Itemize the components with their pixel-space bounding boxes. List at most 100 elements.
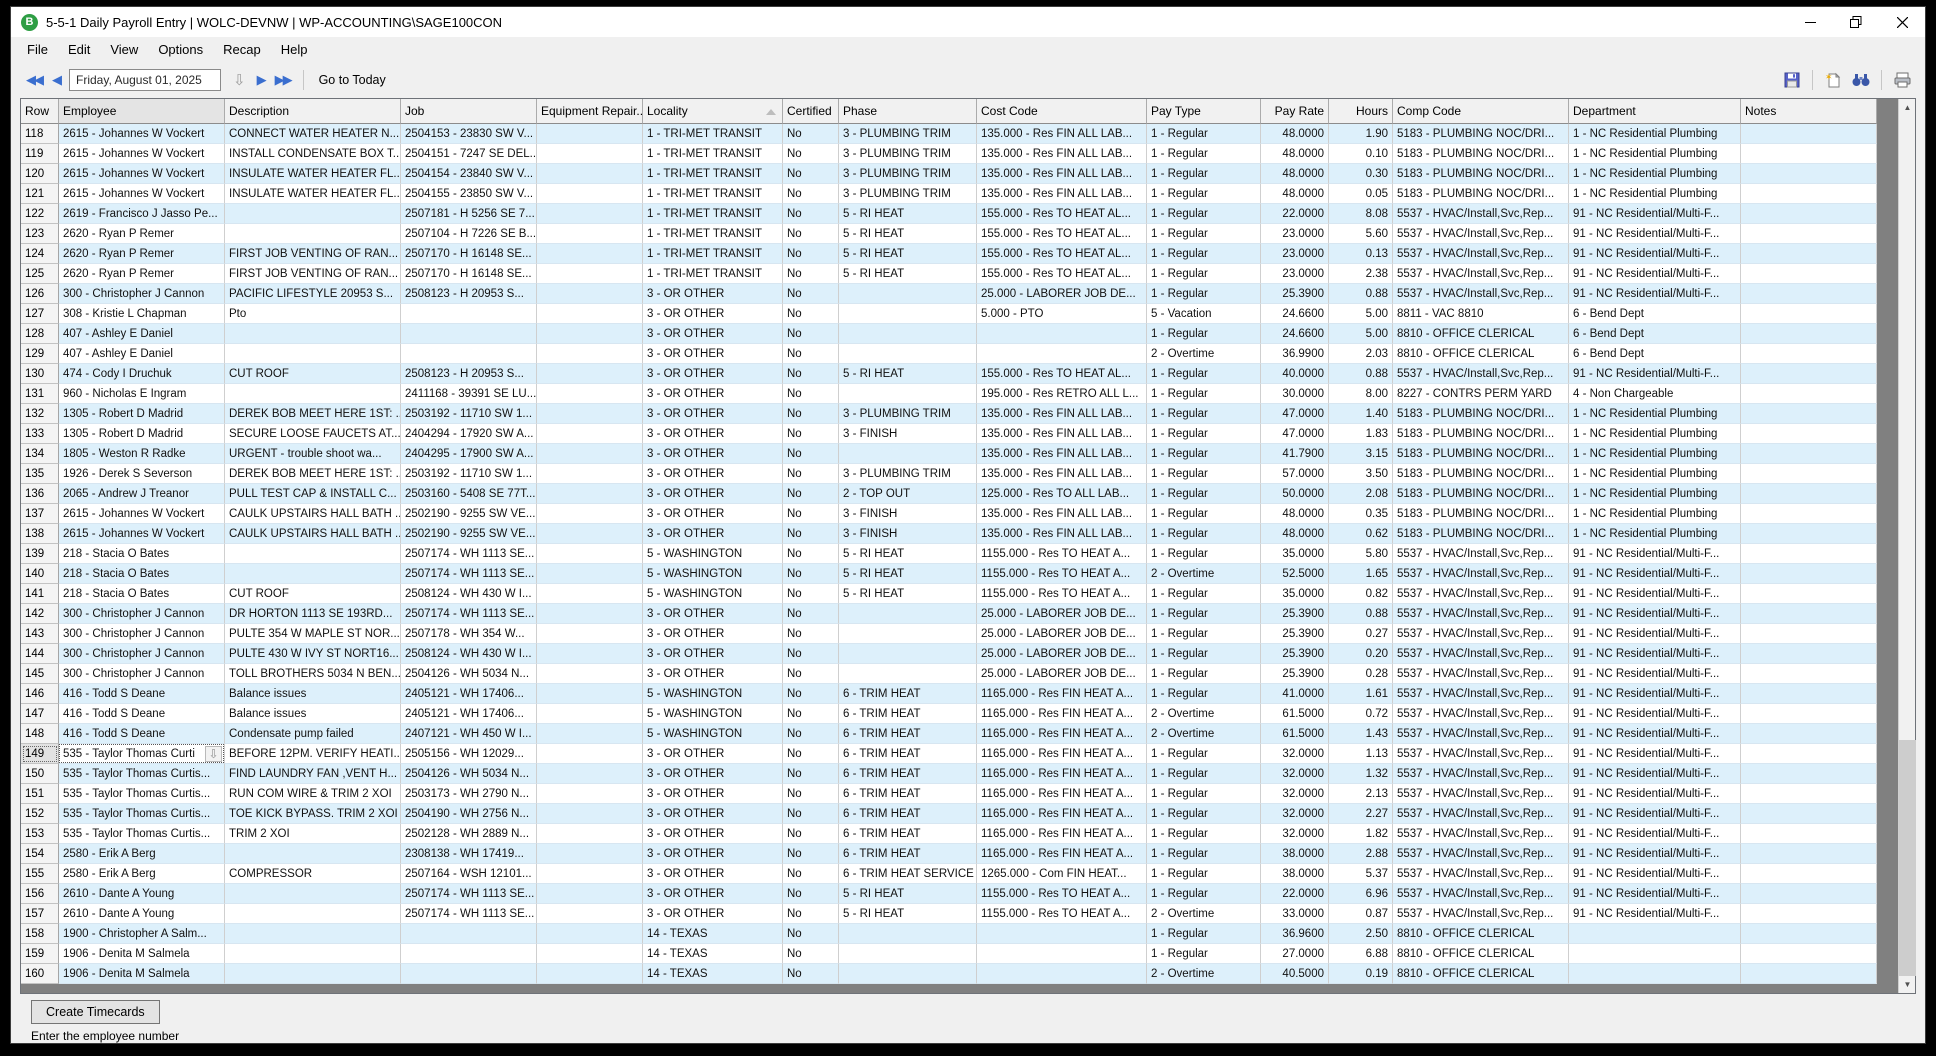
cell-pay_rate[interactable]: 30.0000 xyxy=(1261,384,1329,404)
cell-department[interactable]: 91 - NC Residential/Multi-F... xyxy=(1569,544,1741,564)
cell-locality[interactable]: 5 - WASHINGTON xyxy=(643,544,783,564)
cell-employee[interactable]: 300 - Christopher J Cannon xyxy=(59,644,225,664)
cell-certified[interactable]: No xyxy=(783,684,839,704)
cell-pay_rate[interactable]: 61.5000 xyxy=(1261,704,1329,724)
cell-cost_code[interactable] xyxy=(977,944,1147,964)
cell-pay_type[interactable]: 1 - Regular xyxy=(1147,384,1261,404)
cell-locality[interactable]: 1 - TRI-MET TRANSIT xyxy=(643,264,783,284)
cell-notes[interactable] xyxy=(1741,524,1877,544)
cell-hours[interactable]: 5.80 xyxy=(1329,544,1393,564)
cell-notes[interactable] xyxy=(1741,764,1877,784)
cell-department[interactable]: 6 - Bend Dept xyxy=(1569,304,1741,324)
cell-comp_code[interactable]: 5183 - PLUMBING NOC/DRI... xyxy=(1393,144,1569,164)
cell-notes[interactable] xyxy=(1741,724,1877,744)
cell-description[interactable]: RUN COM WIRE & TRIM 2 XOI xyxy=(225,784,401,804)
cell-pay_type[interactable]: 1 - Regular xyxy=(1147,284,1261,304)
cell-department[interactable]: 91 - NC Residential/Multi-F... xyxy=(1569,664,1741,684)
cell-job[interactable]: 2407121 - WH 450 W I... xyxy=(401,724,537,744)
row-header[interactable]: 123 xyxy=(21,224,59,244)
cell-pay_type[interactable]: 1 - Regular xyxy=(1147,444,1261,464)
cell-job[interactable] xyxy=(401,944,537,964)
cell-equipment[interactable] xyxy=(537,844,643,864)
cell-job[interactable]: 2507104 - H 7226 SE B... xyxy=(401,224,537,244)
cell-phase[interactable]: 6 - TRIM HEAT xyxy=(839,684,977,704)
cell-cost_code[interactable] xyxy=(977,324,1147,344)
row-header[interactable]: 151 xyxy=(21,784,59,804)
cell-job[interactable]: 2404295 - 17900 SW A... xyxy=(401,444,537,464)
cell-pay_type[interactable]: 1 - Regular xyxy=(1147,264,1261,284)
cell-comp_code[interactable]: 8811 - VAC 8810 xyxy=(1393,304,1569,324)
cell-locality[interactable]: 3 - OR OTHER xyxy=(643,664,783,684)
cell-pay_type[interactable]: 1 - Regular xyxy=(1147,844,1261,864)
cell-hours[interactable]: 1.65 xyxy=(1329,564,1393,584)
cell-hours[interactable]: 0.10 xyxy=(1329,144,1393,164)
cell-cost_code[interactable]: 25.000 - LABORER JOB DE... xyxy=(977,664,1147,684)
cell-equipment[interactable] xyxy=(537,204,643,224)
cell-phase[interactable]: 3 - FINISH xyxy=(839,424,977,444)
cell-equipment[interactable] xyxy=(537,264,643,284)
cell-hours[interactable]: 5.00 xyxy=(1329,324,1393,344)
cell-cost_code[interactable]: 1165.000 - Res FIN HEAT A... xyxy=(977,704,1147,724)
cell-description[interactable]: CUT ROOF xyxy=(225,584,401,604)
cell-employee[interactable]: 300 - Christopher J Cannon xyxy=(59,624,225,644)
cell-description[interactable]: Condensate pump failed xyxy=(225,724,401,744)
row-header[interactable]: 139 xyxy=(21,544,59,564)
cell-cost_code[interactable]: 25.000 - LABORER JOB DE... xyxy=(977,604,1147,624)
cell-locality[interactable]: 3 - OR OTHER xyxy=(643,324,783,344)
cell-locality[interactable]: 3 - OR OTHER xyxy=(643,824,783,844)
cell-pay_rate[interactable]: 48.0000 xyxy=(1261,184,1329,204)
cell-cost_code[interactable]: 135.000 - Res FIN ALL LAB... xyxy=(977,184,1147,204)
cell-pay_rate[interactable]: 33.0000 xyxy=(1261,904,1329,924)
cell-certified[interactable]: No xyxy=(783,344,839,364)
cell-notes[interactable] xyxy=(1741,364,1877,384)
cell-phase[interactable] xyxy=(839,944,977,964)
cell-hours[interactable]: 2.50 xyxy=(1329,924,1393,944)
cell-hours[interactable]: 2.03 xyxy=(1329,344,1393,364)
cell-employee[interactable]: 2615 - Johannes W Vockert xyxy=(59,164,225,184)
cell-pay_type[interactable]: 1 - Regular xyxy=(1147,424,1261,444)
cell-pay_rate[interactable]: 27.0000 xyxy=(1261,944,1329,964)
cell-comp_code[interactable]: 5537 - HVAC/Install,Svc,Rep... xyxy=(1393,224,1569,244)
create-timecards-button[interactable]: Create Timecards xyxy=(31,1000,160,1024)
cell-locality[interactable]: 3 - OR OTHER xyxy=(643,644,783,664)
cell-notes[interactable] xyxy=(1741,144,1877,164)
cell-department[interactable]: 91 - NC Residential/Multi-F... xyxy=(1569,604,1741,624)
cell-department[interactable]: 1 - NC Residential Plumbing xyxy=(1569,184,1741,204)
cell-cost_code[interactable]: 195.000 - Res RETRO ALL L... xyxy=(977,384,1147,404)
restore-button[interactable] xyxy=(1833,7,1879,37)
cell-equipment[interactable] xyxy=(537,784,643,804)
cell-description[interactable]: Balance issues xyxy=(225,684,401,704)
cell-comp_code[interactable]: 5537 - HVAC/Install,Svc,Rep... xyxy=(1393,784,1569,804)
cell-description[interactable] xyxy=(225,384,401,404)
column-header-description[interactable]: Description xyxy=(225,99,401,124)
column-header-row[interactable]: Row xyxy=(21,99,59,124)
cell-pay_rate[interactable]: 32.0000 xyxy=(1261,824,1329,844)
cell-comp_code[interactable]: 5183 - PLUMBING NOC/DRI... xyxy=(1393,504,1569,524)
cell-pay_rate[interactable]: 48.0000 xyxy=(1261,124,1329,144)
row-header[interactable]: 133 xyxy=(21,424,59,444)
cell-equipment[interactable] xyxy=(537,884,643,904)
cell-notes[interactable] xyxy=(1741,384,1877,404)
cell-job[interactable]: 2507174 - WH 1113 SE... xyxy=(401,884,537,904)
row-header[interactable]: 137 xyxy=(21,504,59,524)
cell-comp_code[interactable]: 5183 - PLUMBING NOC/DRI... xyxy=(1393,124,1569,144)
column-header-cost_code[interactable]: Cost Code xyxy=(977,99,1147,124)
cell-hours[interactable]: 2.27 xyxy=(1329,804,1393,824)
cell-comp_code[interactable]: 5537 - HVAC/Install,Svc,Rep... xyxy=(1393,824,1569,844)
cell-phase[interactable]: 3 - PLUMBING TRIM xyxy=(839,404,977,424)
cell-phase[interactable] xyxy=(839,604,977,624)
cell-pay_type[interactable]: 1 - Regular xyxy=(1147,864,1261,884)
row-header[interactable]: 127 xyxy=(21,304,59,324)
cell-certified[interactable]: No xyxy=(783,444,839,464)
cell-hours[interactable]: 2.08 xyxy=(1329,484,1393,504)
cell-department[interactable] xyxy=(1569,924,1741,944)
cell-comp_code[interactable]: 5183 - PLUMBING NOC/DRI... xyxy=(1393,184,1569,204)
cell-employee[interactable]: 407 - Ashley E Daniel xyxy=(59,324,225,344)
column-header-pay_type[interactable]: Pay Type xyxy=(1147,99,1261,124)
column-header-hours[interactable]: Hours xyxy=(1329,99,1393,124)
cell-job[interactable]: 2508124 - WH 430 W I... xyxy=(401,644,537,664)
cell-locality[interactable]: 5 - WASHINGTON xyxy=(643,684,783,704)
row-header[interactable]: 131 xyxy=(21,384,59,404)
cell-job[interactable]: 2308138 - WH 17419... xyxy=(401,844,537,864)
cell-job[interactable]: 2502128 - WH 2889 N... xyxy=(401,824,537,844)
